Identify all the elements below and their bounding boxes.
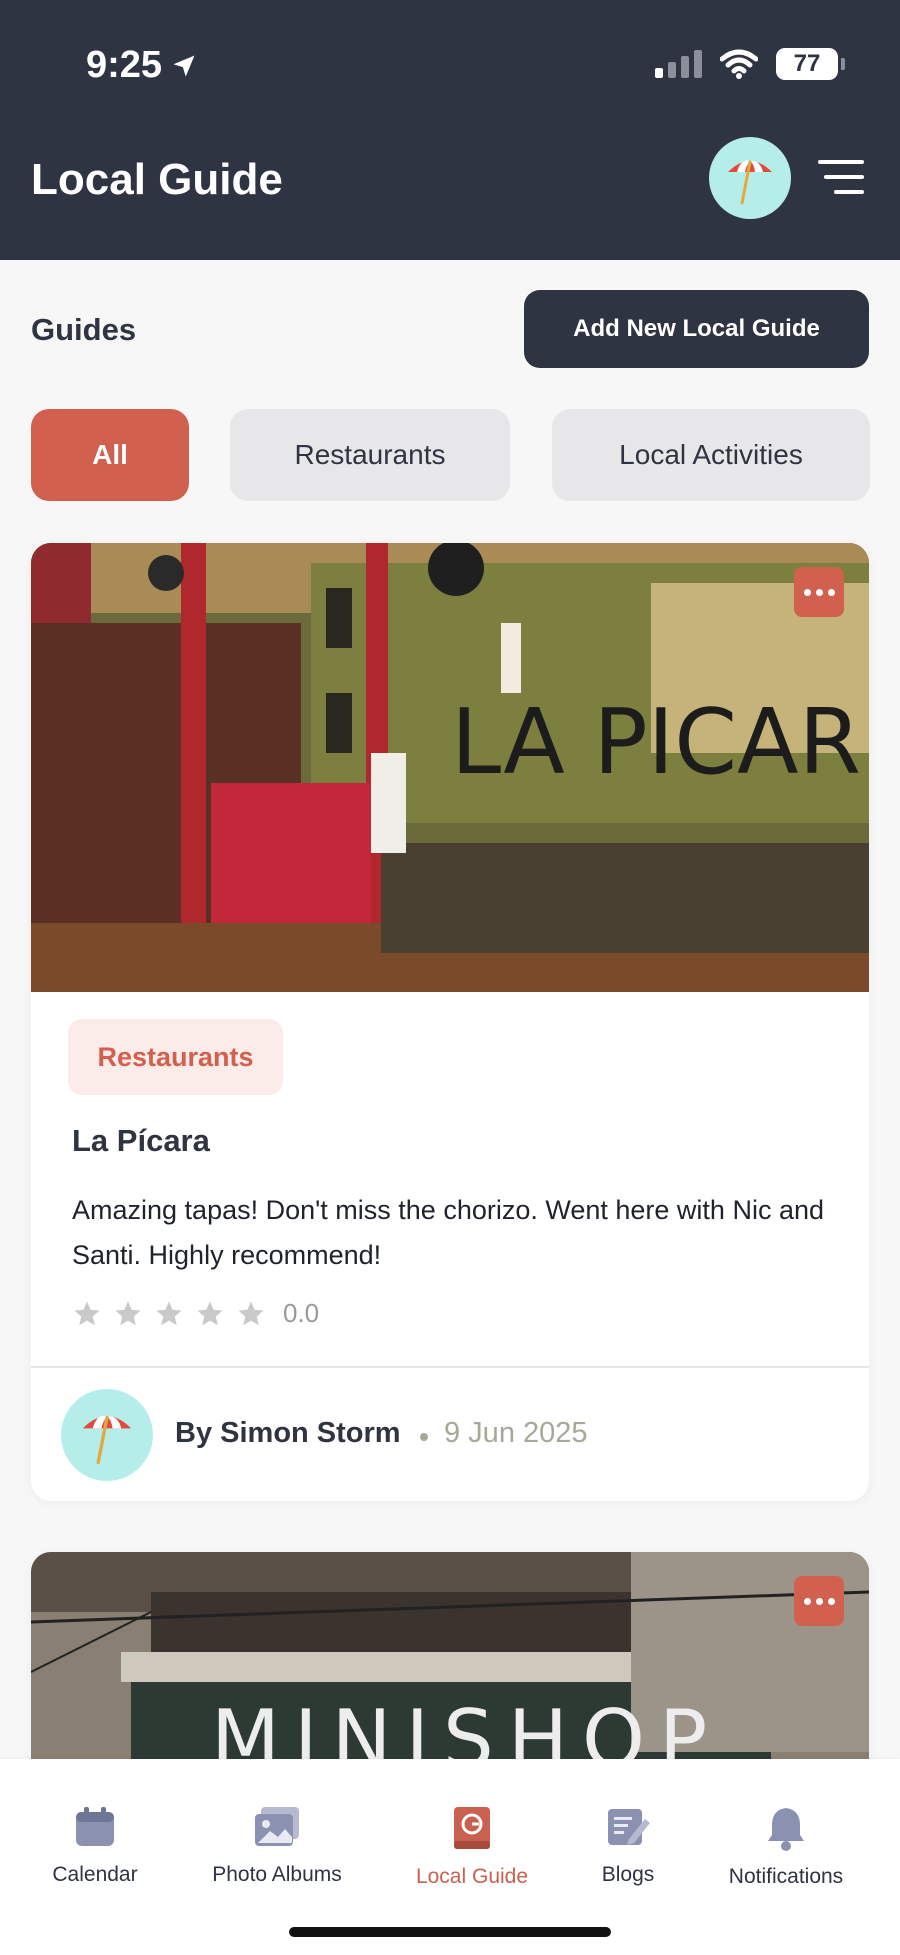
tab-photo-albums[interactable]: Photo Albums — [208, 1805, 346, 1887]
post-date: 9 Jun 2025 — [444, 1417, 588, 1449]
app-header: 9:25 77 Local Guide — [0, 0, 900, 260]
author-avatar[interactable] — [61, 1389, 153, 1481]
guide-title: La Pícara — [72, 1123, 210, 1158]
page-title: Local Guide — [31, 155, 283, 204]
tab-calendar[interactable]: Calendar — [50, 1805, 140, 1887]
star-rating[interactable]: 0.0 — [72, 1298, 319, 1329]
filter-chip-all[interactable]: All — [31, 409, 189, 501]
more-options-button[interactable] — [794, 1576, 844, 1626]
star-icon[interactable] — [72, 1299, 102, 1329]
beach-umbrella-icon — [82, 1415, 132, 1465]
battery-icon: 77 — [776, 48, 845, 80]
home-indicator[interactable] — [289, 1927, 611, 1937]
author-name: By Simon Storm — [175, 1417, 401, 1449]
cellular-signal-icon — [655, 50, 702, 78]
filter-menu-icon[interactable] — [818, 160, 864, 194]
star-icon[interactable] — [236, 1299, 266, 1329]
star-icon[interactable] — [195, 1299, 225, 1329]
photo-icon — [255, 1807, 299, 1846]
blog-icon — [608, 1809, 650, 1845]
restaurant-photo: LA PICAR — [31, 543, 869, 992]
tab-local-guide[interactable]: Local Guide — [412, 1805, 532, 1889]
guide-description: Amazing tapas! Don't miss the chorizo. W… — [72, 1195, 824, 1270]
location-arrow-icon — [173, 55, 195, 76]
status-indicators: 77 — [655, 48, 845, 80]
star-icon[interactable] — [113, 1299, 143, 1329]
category-tag: Restaurants — [68, 1019, 283, 1095]
svg-text:LA PICAR: LA PICAR — [451, 690, 861, 795]
bottom-tab-bar: Calendar Photo Albums Local Guide Blogs — [0, 1759, 900, 1955]
tab-blogs[interactable]: Blogs — [591, 1805, 665, 1887]
user-avatar[interactable] — [709, 137, 791, 219]
add-guide-button[interactable]: Add New Local Guide — [524, 290, 869, 368]
tab-notifications[interactable]: Notifications — [722, 1805, 850, 1889]
guide-card[interactable]: LA PICAR Restaurants La Pícara Amazing t… — [31, 543, 869, 1501]
section-title: Guides — [31, 312, 137, 347]
filter-chip-local-activities[interactable]: Local Activities — [552, 409, 870, 501]
rating-value: 0.0 — [283, 1298, 320, 1328]
separator-dot — [420, 1433, 428, 1441]
filter-chip-restaurants[interactable]: Restaurants — [230, 409, 510, 501]
star-icon[interactable] — [154, 1299, 184, 1329]
bell-icon — [768, 1808, 804, 1851]
status-time: 9:25 — [86, 44, 198, 87]
beach-umbrella-icon — [728, 160, 772, 205]
card-divider — [31, 1366, 869, 1368]
guide-icon — [454, 1807, 490, 1849]
more-options-button[interactable] — [794, 567, 844, 617]
wifi-icon — [720, 49, 758, 79]
calendar-icon — [76, 1807, 114, 1846]
